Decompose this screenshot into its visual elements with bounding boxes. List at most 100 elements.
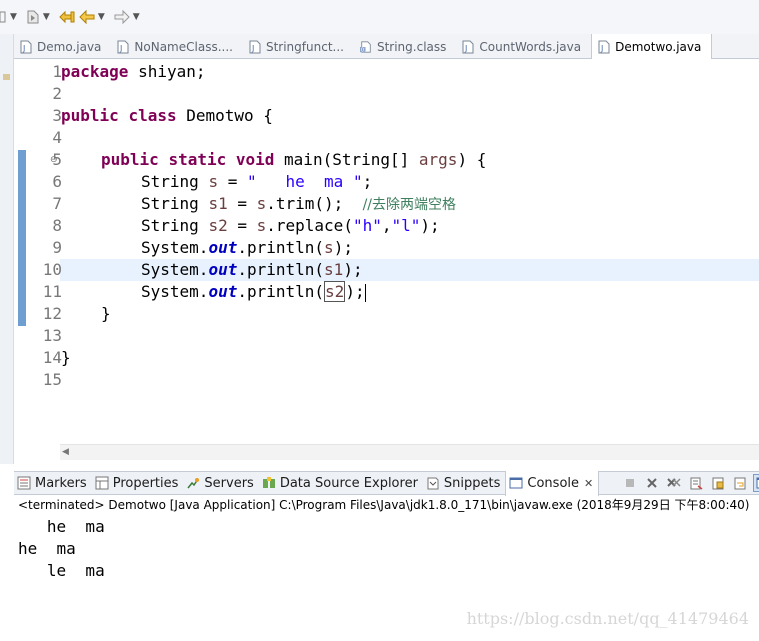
tab-label: Markers <box>35 475 87 491</box>
console-process-label: <terminated> Demotwo [Java Application] … <box>14 496 759 514</box>
tab-console[interactable]: Console ✕ <box>505 470 600 496</box>
main-toolbar: ▼ ▼ ▼ ▼ <box>0 0 759 34</box>
tab-label: String.class <box>376 39 447 54</box>
tab-label: Stringfunct... <box>265 39 344 54</box>
code-editor[interactable]: 1 2 3 4 5 6 7 8 9 10 11 12 13 14 15 ⊖ pa… <box>14 60 759 444</box>
markers-icon <box>17 476 31 490</box>
code-line-12: } <box>101 304 111 323</box>
line-number: 10 <box>42 260 62 279</box>
code-line-8: String s2 = s.replace("h","l"); <box>141 216 440 235</box>
editor-tab-bar: J Demo.java J NoNameClass.... J Stringfu… <box>14 34 759 59</box>
text-caret <box>364 283 366 302</box>
scroll-left-arrow-icon[interactable]: ◀ <box>62 447 69 457</box>
code-line-7: String s1 = s.trim(); //去除两端空格 <box>141 194 457 213</box>
svg-text:J: J <box>22 44 25 53</box>
trim-marker <box>3 74 10 80</box>
occurrence-highlight: s2 <box>324 281 346 302</box>
watermark-text: https://blog.csdn.net/qq_41479464 <box>466 609 749 628</box>
tab-label: Properties <box>112 475 179 491</box>
change-ruler-marker <box>18 150 26 326</box>
tab-stringfunct[interactable]: J Stringfunct... <box>243 34 354 59</box>
navigate-annotation-icon[interactable] <box>25 6 41 28</box>
terminate-icon[interactable] <box>621 474 639 492</box>
scroll-lock-icon[interactable] <box>709 474 727 492</box>
java-file-icon: J <box>249 40 261 54</box>
java-file-icon: J <box>598 40 610 54</box>
tab-label: Snippets <box>443 475 501 491</box>
tab-snippets[interactable]: Snippets <box>423 471 505 495</box>
code-line-1: package shiyan; <box>61 62 206 81</box>
svg-text:J: J <box>251 44 254 53</box>
servers-icon <box>186 476 200 490</box>
tab-demo-java[interactable]: J Demo.java <box>14 34 111 59</box>
svg-text:J: J <box>600 44 603 53</box>
code-line-3: public class Demotwo { <box>61 106 273 125</box>
tab-demotwo-java[interactable]: J Demotwo.java <box>591 34 713 59</box>
tab-label: Console <box>527 475 580 491</box>
annotation-dropdown-icon[interactable]: ▼ <box>43 12 50 22</box>
tab-label: CountWords.java <box>479 39 582 54</box>
console-icon <box>509 476 523 490</box>
remove-all-terminated-icon[interactable] <box>665 474 683 492</box>
tab-countwords-java[interactable]: J CountWords.java <box>456 34 591 59</box>
tab-label: Demotwo.java <box>615 39 702 54</box>
line-number: 14 <box>42 348 62 367</box>
forward-dropdown-icon[interactable]: ▼ <box>133 12 140 22</box>
console-output-line: he ma <box>18 539 76 558</box>
line-number: 4 <box>52 128 62 147</box>
svg-text:J: J <box>119 44 122 53</box>
left-trim-strip <box>0 34 14 464</box>
svg-text:J: J <box>464 44 467 53</box>
toolbar-edge-button[interactable] <box>0 6 8 28</box>
code-line-6: String s = " he ma "; <box>141 172 373 191</box>
properties-icon <box>95 476 109 490</box>
line-number: 11 <box>42 282 62 301</box>
tab-label: NoNameClass.... <box>134 39 233 54</box>
editor-horizontal-scrollbar[interactable]: ◀ <box>60 444 759 460</box>
code-line-5: public static void main(String[] args) { <box>101 150 487 169</box>
tab-label: Data Source Explorer <box>279 475 418 491</box>
tab-label: Servers <box>204 475 254 491</box>
data-source-icon <box>262 476 276 490</box>
console-output-line: le ma <box>18 561 115 580</box>
line-number: 6 <box>52 172 62 191</box>
java-file-icon: J <box>462 40 474 54</box>
code-line-11: System.out.println(s2); <box>141 281 366 302</box>
tab-servers[interactable]: Servers <box>183 471 258 495</box>
console-toolbar <box>621 474 759 492</box>
java-file-icon: J <box>117 40 129 54</box>
line-number: 9 <box>52 238 62 257</box>
line-number: 7 <box>52 194 62 213</box>
line-number: 2 <box>52 84 62 103</box>
back-arrow-icon[interactable] <box>78 6 96 28</box>
toolbar-edge-dropdown-icon[interactable]: ▼ <box>10 12 17 22</box>
tab-nonameclass[interactable]: J NoNameClass.... <box>111 34 243 59</box>
word-wrap-icon[interactable] <box>731 474 749 492</box>
tab-markers[interactable]: Markers <box>14 471 92 495</box>
tab-properties[interactable]: Properties <box>92 471 184 495</box>
close-icon[interactable]: ✕ <box>584 477 593 490</box>
remove-launch-icon[interactable] <box>643 474 661 492</box>
line-number: 15 <box>42 370 62 389</box>
class-file-icon: 01 <box>359 40 372 54</box>
console-output-line: he ma <box>18 517 115 536</box>
line-number: 3 <box>52 106 62 125</box>
java-file-icon: J <box>20 40 32 54</box>
snippets-icon <box>426 476 440 490</box>
svg-text:01: 01 <box>361 47 368 53</box>
fold-collapse-icon[interactable]: ⊖ <box>50 155 58 165</box>
back-dropdown-icon[interactable]: ▼ <box>98 12 105 22</box>
line-number: 13 <box>42 326 62 345</box>
last-edit-location-icon[interactable] <box>58 6 76 28</box>
code-line-14: } <box>61 348 71 367</box>
line-number: 12 <box>42 304 62 323</box>
tab-data-source-explorer[interactable]: Data Source Explorer <box>259 471 423 495</box>
forward-arrow-icon[interactable] <box>113 6 131 28</box>
tab-string-class[interactable]: 01 String.class <box>354 34 456 59</box>
clear-console-icon[interactable] <box>687 474 705 492</box>
line-number: 1 <box>52 62 62 81</box>
pin-console-icon[interactable] <box>753 474 759 492</box>
code-line-10: System.out.println(s1); <box>141 260 363 279</box>
tab-label: Demo.java <box>37 39 102 54</box>
line-number: 8 <box>52 216 62 235</box>
